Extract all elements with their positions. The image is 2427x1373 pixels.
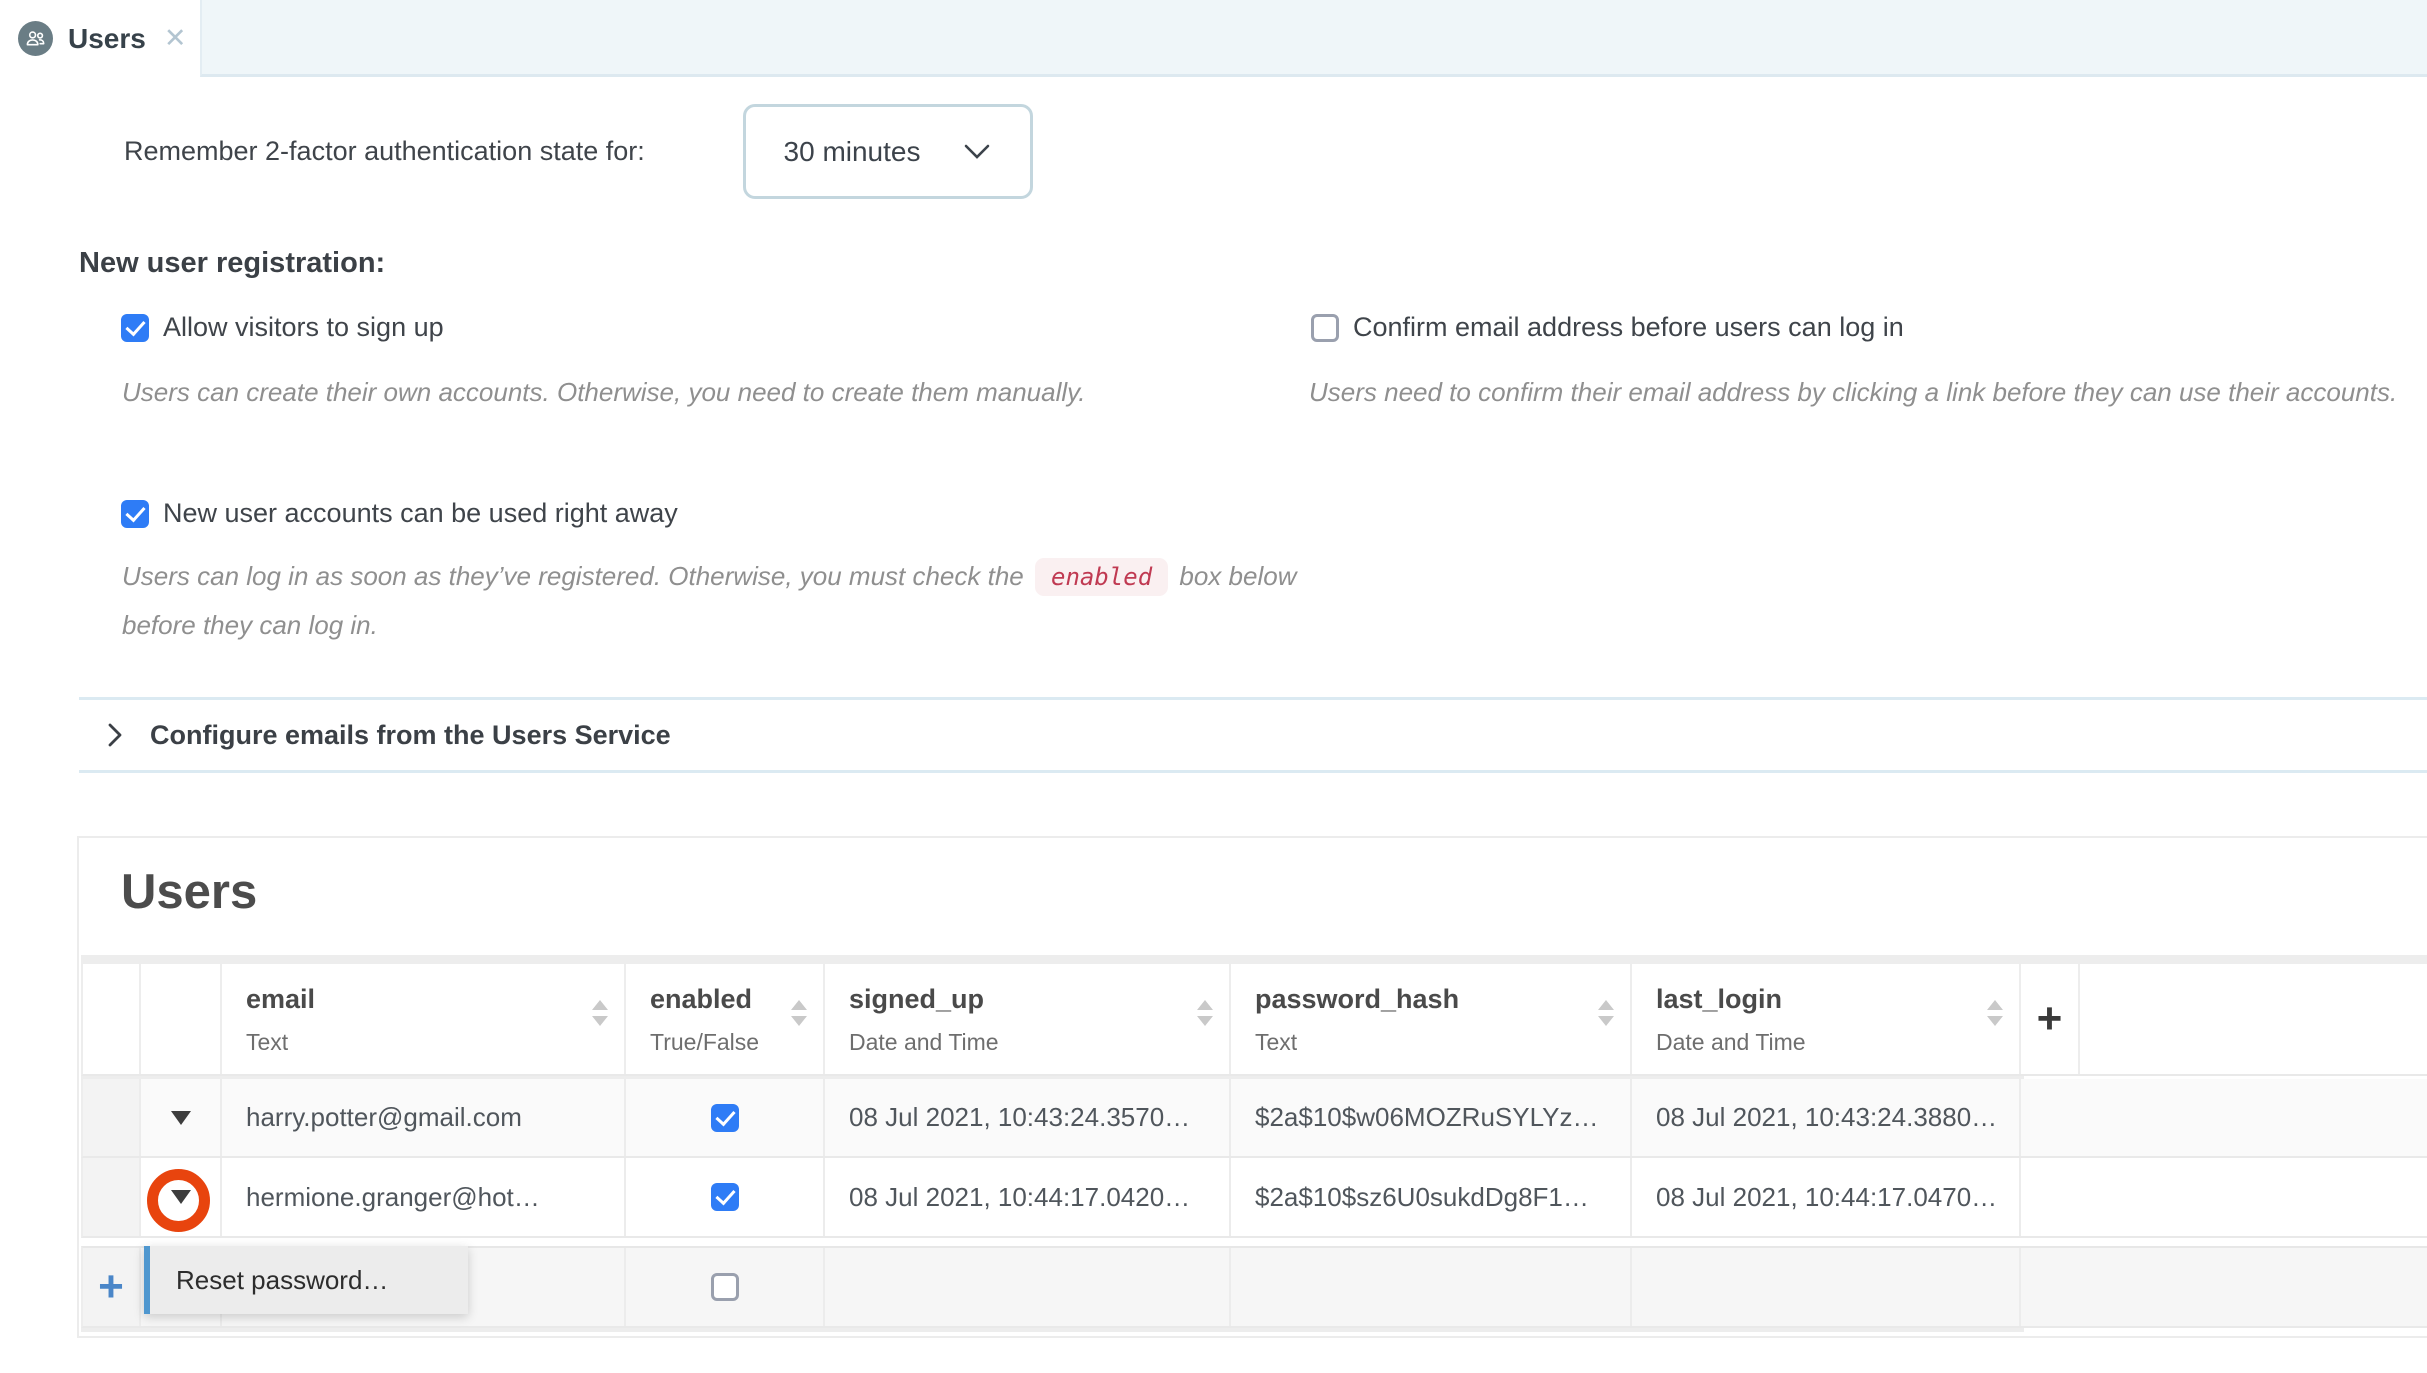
checkbox-confirm-email-label: Confirm email address before users can l…	[1353, 312, 1904, 342]
column-type: True/False	[650, 1029, 760, 1055]
add-row-button[interactable]: +	[83, 1248, 141, 1326]
cell-email[interactable]: hermione.granger@hot…	[222, 1158, 626, 1236]
table-title: Users	[121, 865, 258, 919]
new-row-cell-password-hash[interactable]	[1231, 1248, 1632, 1326]
checkbox-allow-signup[interactable]: Allow visitors to sign up	[121, 312, 444, 343]
column-header-email[interactable]: email Text	[222, 964, 626, 1074]
table-row: hermione.granger@hot… 08 Jul 2021, 10:44…	[81, 1158, 2427, 1238]
column-header-enabled[interactable]: enabled True/False	[626, 964, 825, 1074]
row-gutter-cell	[83, 1079, 141, 1156]
remember-2fa-label: Remember 2-factor authentication state f…	[124, 136, 645, 166]
column-type: Date and Time	[1656, 1029, 1806, 1055]
menu-item-reset-password[interactable]: Reset password…	[150, 1265, 388, 1296]
checkbox-icon	[121, 313, 149, 342]
configure-emails-expander[interactable]: Configure emails from the Users Service	[79, 697, 2427, 773]
cell-signed-up[interactable]: 08 Jul 2021, 10:43:24.3570…	[825, 1079, 1231, 1156]
new-row-cell-signed-up[interactable]	[825, 1248, 1231, 1326]
checkbox-icon	[121, 499, 149, 528]
table-bottom-strip	[81, 1328, 2024, 1332]
caret-down-icon	[170, 1190, 191, 1204]
sort-icon[interactable]	[592, 1000, 608, 1026]
checkbox-icon[interactable]	[710, 1183, 739, 1211]
column-name: email	[246, 984, 316, 1014]
checkbox-icon[interactable]	[710, 1273, 739, 1301]
plus-icon: +	[2036, 994, 2063, 1043]
sort-icon[interactable]	[1598, 1000, 1614, 1026]
new-row-cell-enabled[interactable]	[626, 1248, 825, 1326]
close-icon[interactable]: ✕	[164, 23, 187, 54]
tab-label: Users	[68, 22, 146, 54]
checkbox-accounts-right-away[interactable]: New user accounts can be used right away	[121, 498, 678, 529]
column-type: Text	[246, 1029, 289, 1055]
sort-icon[interactable]	[1197, 1000, 1213, 1026]
column-header-password-hash[interactable]: password_hash Text	[1231, 964, 1632, 1074]
table-gap	[81, 1238, 2427, 1246]
checkbox-icon	[1311, 313, 1339, 342]
tab-bar-background	[200, 0, 2427, 77]
cell-email[interactable]: harry.potter@gmail.com	[222, 1079, 626, 1156]
tab-bar: Users ✕	[0, 0, 2427, 77]
header-spacer-cell	[83, 964, 141, 1074]
caret-down-icon	[170, 1110, 191, 1125]
column-name: password_hash	[1255, 984, 1460, 1014]
row-context-menu: Reset password…	[144, 1246, 468, 1314]
checkbox-allow-signup-label: Allow visitors to sign up	[163, 312, 444, 342]
cell-password-hash[interactable]: $2a$10$w06MOZRuSYLYz…	[1231, 1079, 1632, 1156]
row-expand-button[interactable]	[141, 1158, 222, 1236]
column-type: Text	[1255, 1029, 1298, 1055]
checkbox-icon[interactable]	[710, 1103, 739, 1132]
table-top-strip	[81, 955, 2427, 964]
table-row: harry.potter@gmail.com 08 Jul 2021, 10:4…	[81, 1079, 2427, 1158]
column-type: Date and Time	[849, 1029, 999, 1055]
header-spacer-cell	[141, 964, 222, 1074]
enabled-code-chip: enabled	[1035, 558, 1169, 596]
add-column-button[interactable]: +	[2021, 964, 2080, 1074]
new-row-cell-last-login[interactable]	[1632, 1248, 2021, 1326]
cell-enabled[interactable]	[626, 1158, 825, 1236]
remember-2fa-dropdown[interactable]: 30 minutes	[743, 104, 1033, 199]
confirm-email-description: Users need to confirm their email addres…	[1309, 377, 2398, 407]
allow-signup-description: Users can create their own accounts. Oth…	[122, 377, 1086, 407]
table-header-row: email Text enabled True/False signed_up …	[81, 964, 2427, 1076]
cell-last-login[interactable]: 08 Jul 2021, 10:43:24.3880…	[1632, 1079, 2021, 1156]
row-expand-button[interactable]	[141, 1079, 222, 1156]
configure-emails-label: Configure emails from the Users Service	[150, 719, 671, 750]
cell-enabled[interactable]	[626, 1079, 825, 1156]
cell-password-hash[interactable]: $2a$10$sz6U0sukdDg8F1…	[1231, 1158, 1632, 1236]
checkbox-confirm-email[interactable]: Confirm email address before users can l…	[1311, 312, 1904, 343]
column-header-last-login[interactable]: last_login Date and Time	[1632, 964, 2021, 1074]
description-text-before: Users can log in as soon as they’ve regi…	[122, 561, 1024, 591]
sort-icon[interactable]	[1987, 1000, 2003, 1026]
chevron-down-icon	[962, 142, 992, 162]
chevron-right-icon	[104, 720, 126, 750]
checkbox-accounts-right-away-label: New user accounts can be used right away	[163, 498, 678, 528]
column-header-signed-up[interactable]: signed_up Date and Time	[825, 964, 1231, 1074]
cell-signed-up[interactable]: 08 Jul 2021, 10:44:17.0420…	[825, 1158, 1231, 1236]
column-name: last_login	[1656, 984, 1783, 1014]
sort-icon[interactable]	[791, 1000, 807, 1026]
accounts-right-away-description: Users can log in as soon as they’ve regi…	[122, 552, 1312, 649]
column-name: signed_up	[849, 984, 985, 1014]
tab-users[interactable]: Users ✕	[0, 0, 200, 77]
registration-heading: New user registration:	[79, 247, 386, 279]
users-icon	[18, 21, 53, 56]
plus-icon: +	[98, 1262, 124, 1311]
cell-last-login[interactable]: 08 Jul 2021, 10:44:17.0470…	[1632, 1158, 2021, 1236]
row-gutter-cell	[83, 1158, 141, 1236]
remember-2fa-value: 30 minutes	[783, 135, 921, 167]
